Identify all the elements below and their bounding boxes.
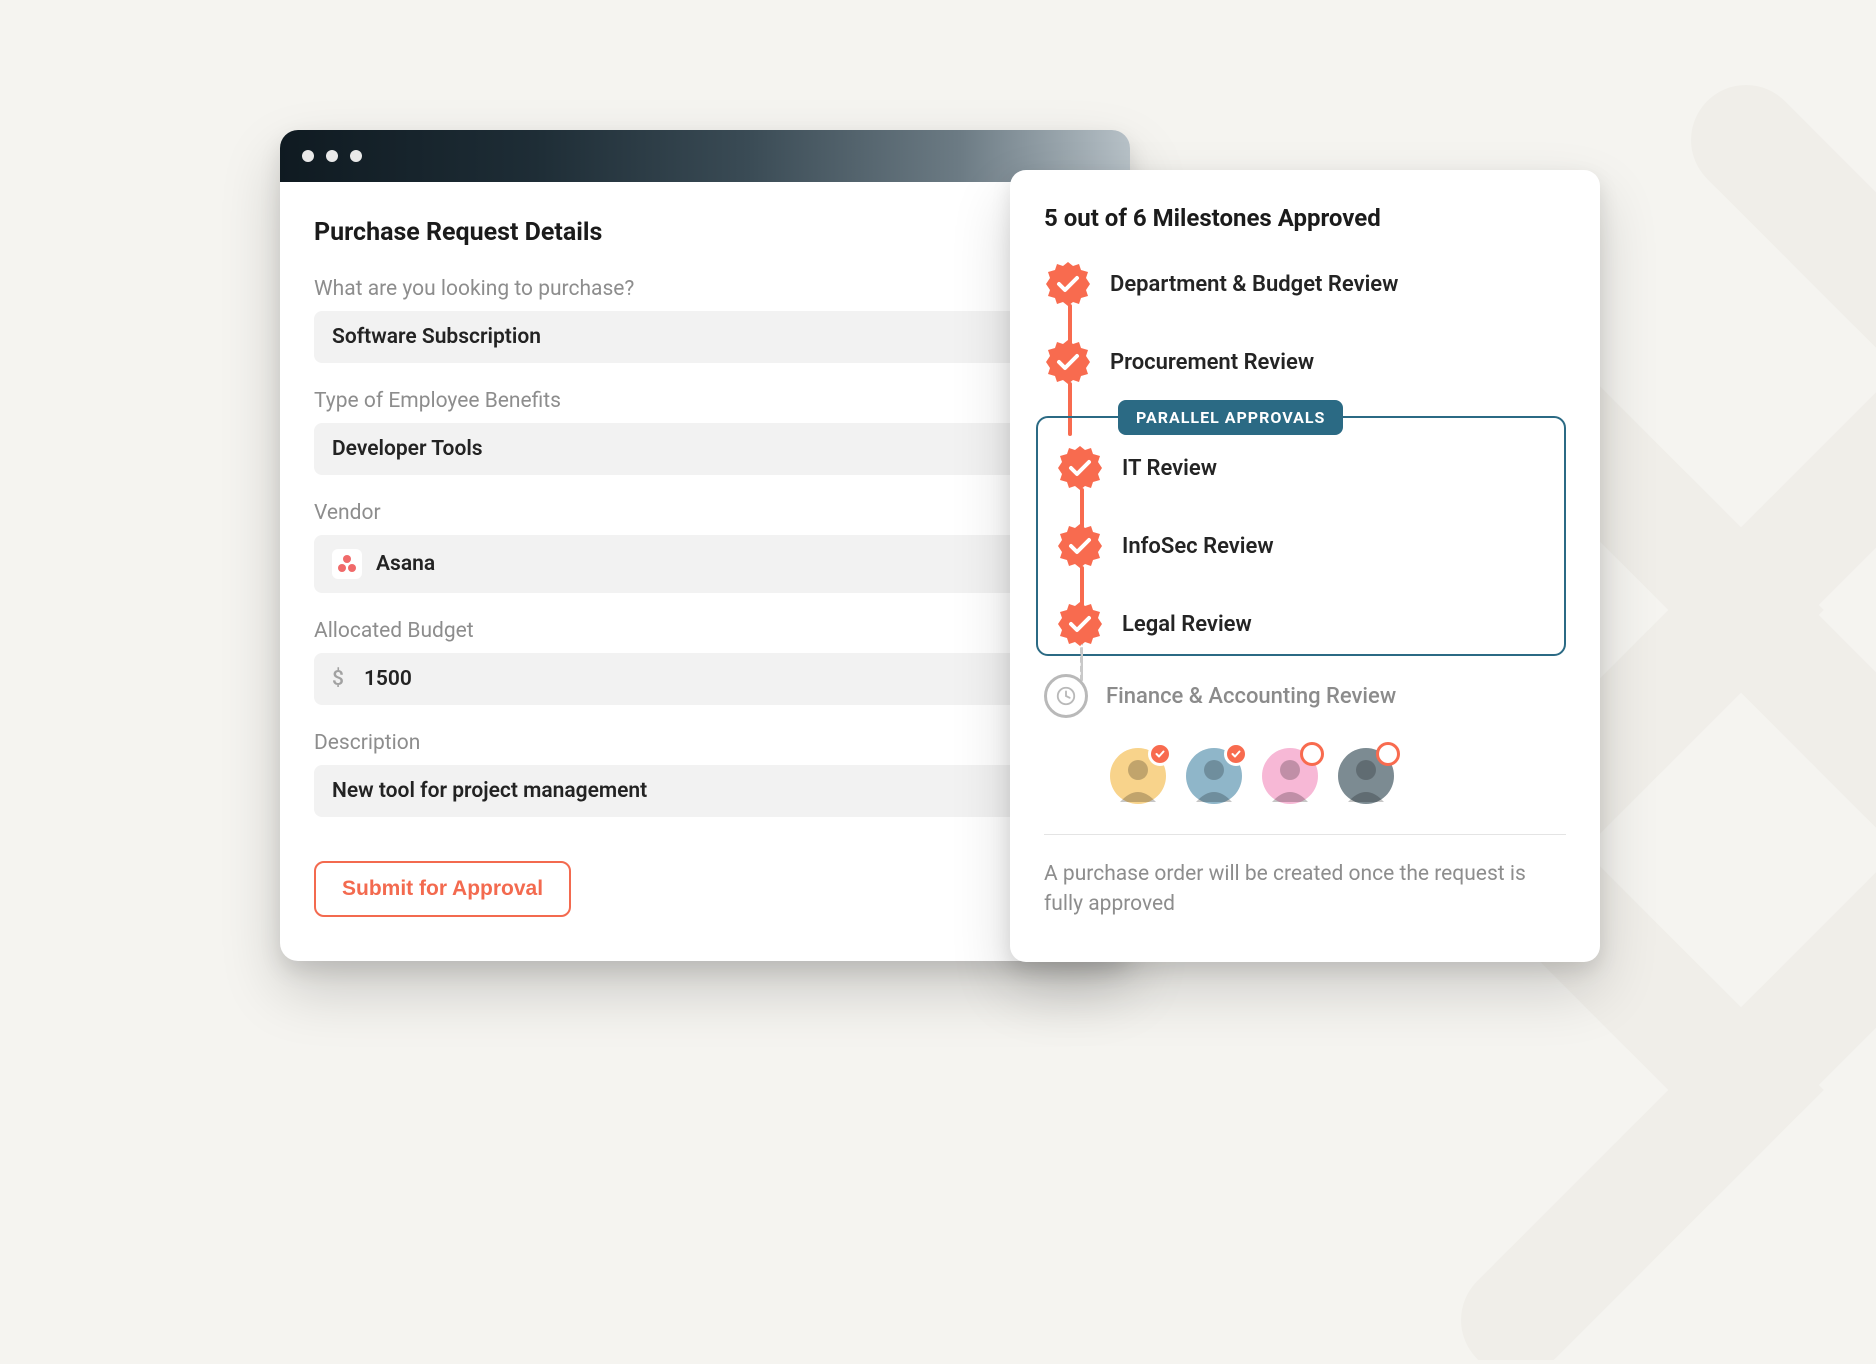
- vendor-input[interactable]: Asana: [314, 535, 1096, 593]
- field-budget: Allocated Budget $ 1500: [314, 619, 1096, 705]
- panel-title: 5 out of 6 Milestones Approved: [1044, 204, 1566, 232]
- field-label: Vendor: [314, 501, 1096, 525]
- milestone-legal: Legal Review: [1056, 600, 1546, 648]
- milestone-finance: Finance & Accounting Review: [1044, 674, 1566, 718]
- milestone-label: Department & Budget Review: [1110, 272, 1398, 297]
- parallel-approvals-group: PARALLEL APPROVALS IT Review InfoSec Rev…: [1036, 416, 1566, 656]
- panel-footnote: A purchase order will be created once th…: [1044, 859, 1566, 920]
- milestone-label: IT Review: [1122, 456, 1217, 481]
- field-label: Type of Employee Benefits: [314, 389, 1096, 413]
- approver-avatars: [1110, 748, 1566, 804]
- approver-avatar: [1262, 748, 1318, 804]
- approver-avatar: [1338, 748, 1394, 804]
- milestone-it: IT Review: [1056, 444, 1546, 492]
- field-label: Description: [314, 731, 1096, 755]
- milestones-panel: 5 out of 6 Milestones Approved Departmen…: [1010, 170, 1600, 962]
- field-vendor: Vendor Asana: [314, 501, 1096, 593]
- parallel-approvals-tag: PARALLEL APPROVALS: [1118, 400, 1343, 435]
- purchase-request-window: Purchase Request Details What are you lo…: [280, 130, 1130, 961]
- check-badge-icon: [1044, 260, 1092, 308]
- form-title: Purchase Request Details: [314, 218, 1096, 247]
- field-purchase: What are you looking to purchase? Softwa…: [314, 277, 1096, 363]
- check-badge-icon: [1044, 338, 1092, 386]
- approved-check-icon: [1224, 742, 1248, 766]
- budget-input[interactable]: $ 1500: [314, 653, 1096, 705]
- milestone-label: Procurement Review: [1110, 350, 1314, 375]
- window-dot: [302, 150, 314, 162]
- field-label: Allocated Budget: [314, 619, 1096, 643]
- window-dot: [326, 150, 338, 162]
- check-badge-icon: [1056, 600, 1104, 648]
- milestone-dept-budget: Department & Budget Review: [1044, 260, 1566, 308]
- milestone-label: Finance & Accounting Review: [1106, 684, 1396, 709]
- window-dot: [350, 150, 362, 162]
- field-value-text: Asana: [376, 552, 435, 576]
- milestone-procurement: Procurement Review: [1044, 338, 1566, 386]
- field-value-text: Software Subscription: [332, 325, 541, 349]
- divider: [1044, 834, 1566, 835]
- milestone-label: InfoSec Review: [1122, 534, 1274, 559]
- field-label: What are you looking to purchase?: [314, 277, 1096, 301]
- field-value-text: 1500: [364, 667, 412, 691]
- check-badge-icon: [1056, 522, 1104, 570]
- pending-circle-icon: [1376, 742, 1400, 766]
- purchase-input[interactable]: Software Subscription: [314, 311, 1096, 363]
- submit-for-approval-button[interactable]: Submit for Approval: [314, 861, 571, 917]
- approver-avatar: [1110, 748, 1166, 804]
- approver-avatar: [1186, 748, 1242, 804]
- milestone-label: Legal Review: [1122, 612, 1252, 637]
- milestone-infosec: InfoSec Review: [1056, 522, 1546, 570]
- benefits-input[interactable]: Developer Tools: [314, 423, 1096, 475]
- description-input[interactable]: New tool for project management: [314, 765, 1096, 817]
- currency-symbol: $: [332, 667, 344, 691]
- field-value-text: Developer Tools: [332, 437, 483, 461]
- field-benefits: Type of Employee Benefits Developer Tool…: [314, 389, 1096, 475]
- check-badge-icon: [1056, 444, 1104, 492]
- approved-check-icon: [1148, 742, 1172, 766]
- window-titlebar: [280, 130, 1130, 182]
- pending-circle-icon: [1300, 742, 1324, 766]
- asana-logo-icon: [332, 549, 362, 579]
- clock-icon: [1044, 674, 1088, 718]
- field-description: Description New tool for project managem…: [314, 731, 1096, 817]
- field-value-text: New tool for project management: [332, 779, 647, 803]
